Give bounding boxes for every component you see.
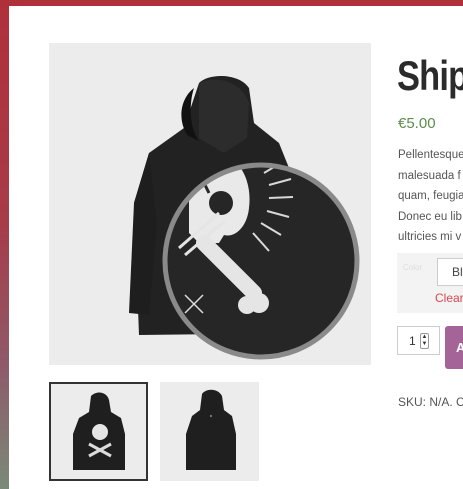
clear-link[interactable]: Clear xyxy=(435,291,463,305)
product-short-description: Pellentesque malesuada f quam, feugia Do… xyxy=(398,145,463,248)
quantity-spinner-icon[interactable]: ▲ ▼ xyxy=(420,333,429,349)
description-line: Pellentesque xyxy=(398,149,463,161)
product-page: Ship €5.00 Pellentesque malesuada f quam… xyxy=(9,6,463,489)
quantity-input[interactable]: 1 ▲ ▼ xyxy=(397,326,440,355)
color-select[interactable]: Bl xyxy=(437,258,463,286)
product-price: €5.00 xyxy=(398,115,436,132)
description-line: malesuada f xyxy=(398,169,461,182)
product-main-image[interactable] xyxy=(49,43,371,365)
quantity-value: 1 xyxy=(409,334,416,348)
thumbnail-front[interactable] xyxy=(49,382,148,481)
color-label: Color xyxy=(403,263,423,272)
hoodie-image xyxy=(129,76,360,360)
hoodie-front-thumb-image xyxy=(73,392,125,470)
thumbnail-back[interactable] xyxy=(160,382,259,481)
description-line: ultricies mi v xyxy=(398,231,462,243)
add-to-cart-label: A xyxy=(456,340,463,355)
hoodie-back-thumb-image xyxy=(186,389,236,470)
product-sku: SKU: N/A. C xyxy=(398,395,463,409)
variations-table: Color Bl Clear xyxy=(397,253,463,313)
description-line: quam, feugia xyxy=(398,190,463,202)
product-title: Ship xyxy=(397,52,463,99)
description-line: Donec eu lib xyxy=(398,210,462,223)
add-to-cart-button[interactable]: A xyxy=(445,326,463,369)
